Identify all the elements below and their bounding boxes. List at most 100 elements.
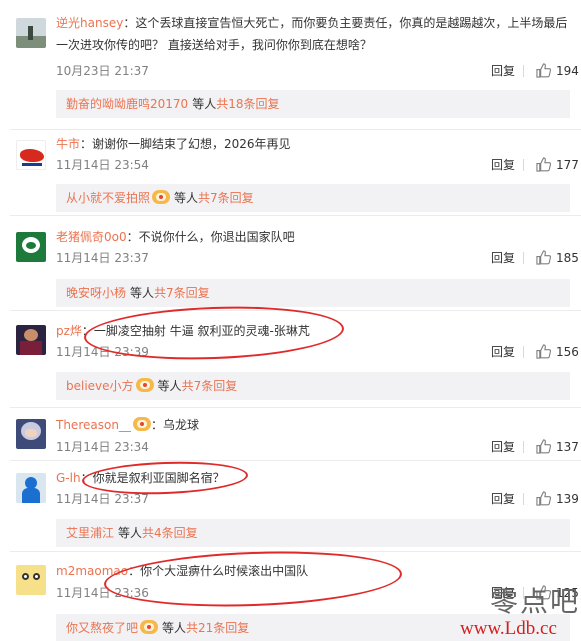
comment-text: ：乌龙球: [150, 418, 199, 432]
comment-time: 11月14日 23:37: [56, 251, 149, 265]
comment-meta: 11月14日 23:39 回复 156: [56, 342, 579, 362]
like-count: 137: [556, 440, 579, 454]
vip-badge-icon: [152, 190, 171, 204]
watermark-text: 零点吧: [490, 585, 581, 618]
cartoon-face-avatar-icon[interactable]: [16, 565, 46, 595]
divider: [523, 441, 524, 453]
sub-reply-bar[interactable]: 晚安呀小杨 等人共7条回复: [56, 279, 570, 307]
sub-reply-info: 等人: [192, 97, 217, 111]
sub-reply-user[interactable]: believe小方: [66, 379, 134, 393]
sub-reply-count[interactable]: 共7条回复: [182, 379, 238, 393]
comment-time: 11月14日 23:36: [56, 586, 149, 600]
like-count: 156: [556, 345, 579, 359]
sub-reply-count[interactable]: 共7条回复: [198, 191, 254, 205]
reply-button[interactable]: 回复: [491, 248, 515, 268]
divider: [523, 346, 524, 358]
comment-item: 牛市：谢谢你一脚结束了幻想，2026年再见 11月14日 23:54 回复 17…: [0, 130, 581, 215]
comment-item: pz烨：一脚凌空抽射 牛逼 叙利亚的灵魂-张琳芃 11月14日 23:39 回复…: [0, 311, 581, 407]
comment-username[interactable]: 牛市: [56, 137, 80, 151]
reply-button[interactable]: 回复: [491, 489, 515, 509]
thumbs-up-icon: [536, 250, 551, 265]
comment-meta: 11月14日 23:37 回复 185: [56, 248, 579, 268]
comment-username[interactable]: G-lh: [56, 471, 81, 485]
divider: [523, 493, 524, 505]
vip-badge-icon: [135, 378, 154, 392]
comment-body: 老猪佩奇0o0：不说你什么，你退出国家队吧: [56, 226, 571, 248]
comment-meta: 11月14日 23:37 回复 139: [56, 489, 579, 509]
comment-text: ：一脚凌空抽射 牛逼 叙利亚的灵魂-张琳芃: [81, 324, 310, 338]
comment-meta: 10月23日 21:37 回复 194: [56, 61, 579, 81]
comment-time: 10月23日 21:37: [56, 64, 149, 78]
sub-reply-info: 等人: [157, 379, 182, 393]
green-logo-avatar-icon[interactable]: [16, 232, 46, 262]
comment-item: G-lh：你就是叙利亚国脚名宿？ 11月14日 23:37 回复 139 艾里浦…: [0, 461, 581, 551]
comment-username[interactable]: 老猪佩奇0o0: [56, 230, 127, 244]
like-count: 177: [556, 158, 579, 172]
sub-reply-count[interactable]: 共7条回复: [154, 286, 210, 300]
comment-text: ：不说你什么，你退出国家队吧: [126, 230, 295, 244]
anime-avatar-icon[interactable]: [16, 419, 46, 449]
watermark-url: www.Ldb.cc: [460, 618, 557, 639]
like-count: 185: [556, 251, 579, 265]
sub-reply-user[interactable]: 你又熬夜了吧: [66, 621, 138, 635]
sub-reply-info: 等人: [162, 621, 187, 635]
comment-body: 逆光hansey：这个丢球直接宣告恒大死亡，而你要负主要责任，你真的是越踢越次，…: [56, 12, 571, 56]
divider: [523, 159, 524, 171]
comment-time: 11月14日 23:54: [56, 158, 149, 172]
comment-item: Thereason__ ：乌龙球 11月14日 23:34 回复 137: [0, 408, 581, 460]
sub-reply-user[interactable]: 勤奋的呦呦鹿鸣20170: [66, 97, 188, 111]
comment-body: G-lh：你就是叙利亚国脚名宿？: [56, 467, 571, 489]
comment-body: 牛市：谢谢你一脚结束了幻想，2026年再见: [56, 133, 571, 155]
comment-time: 11月14日 23:39: [56, 345, 149, 359]
sub-reply-count[interactable]: 共4条回复: [142, 526, 198, 540]
comment-body: pz烨：一脚凌空抽射 牛逼 叙利亚的灵魂-张琳芃: [56, 320, 571, 342]
sub-reply-bar[interactable]: 勤奋的呦呦鹿鸣20170 等人共18条回复: [56, 90, 570, 118]
comment-meta: 11月14日 23:54 回复 177: [56, 155, 579, 175]
thumbs-up-icon: [536, 439, 551, 454]
sub-reply-user[interactable]: 艾里浦江: [66, 526, 114, 540]
comment-item: 逆光hansey：这个丢球直接宣告恒大死亡，而你要负主要责任，你真的是越踢越次，…: [0, 0, 581, 130]
comment-meta: 11月14日 23:34 回复 137: [56, 437, 579, 457]
sub-reply-user[interactable]: 从小就不爱拍照: [66, 191, 150, 205]
divider: [523, 65, 524, 77]
footballer-avatar-icon[interactable]: [16, 325, 46, 355]
comment-username[interactable]: Thereason__: [56, 418, 131, 432]
reply-button[interactable]: 回复: [491, 342, 515, 362]
comment-text: ：谢谢你一脚结束了幻想，2026年再见: [80, 137, 291, 151]
comment-username[interactable]: 逆光hansey: [56, 16, 123, 30]
sub-reply-info: 等人: [118, 526, 143, 540]
comment-time: 11月14日 23:37: [56, 492, 149, 506]
sub-reply-count[interactable]: 共18条回复: [216, 97, 279, 111]
divider: [523, 252, 524, 264]
comment-body: Thereason__ ：乌龙球: [56, 414, 571, 436]
thumbs-up-icon: [536, 344, 551, 359]
thumbs-up-icon: [536, 63, 551, 78]
sub-reply-count[interactable]: 共21条回复: [186, 621, 249, 635]
comment-text: ：这个丢球直接宣告恒大死亡，而你要负主要责任，你真的是越踢越次，上半场最后一次进…: [56, 16, 568, 52]
reply-button[interactable]: 回复: [491, 437, 515, 457]
like-count: 139: [556, 492, 579, 506]
sub-reply-info: 等人: [174, 191, 199, 205]
comment-text: ：你个大湿痹什么时候滚出中国队: [128, 564, 309, 578]
comment-item: 老猪佩奇0o0：不说你什么，你退出国家队吧 11月14日 23:37 回复 18…: [0, 216, 581, 310]
sub-reply-bar[interactable]: 从小就不爱拍照 等人共7条回复: [56, 184, 570, 212]
comment-body: m2maomao：你个大湿痹什么时候滚出中国队: [56, 560, 571, 582]
comment-username[interactable]: pz烨: [56, 324, 82, 338]
blue-figure-avatar-icon[interactable]: [16, 473, 46, 503]
reply-button[interactable]: 回复: [491, 155, 515, 175]
thumbs-up-icon: [536, 157, 551, 172]
thumbs-up-icon: [536, 491, 551, 506]
sub-reply-bar[interactable]: believe小方 等人共7条回复: [56, 372, 570, 400]
vip-badge-icon: [132, 417, 151, 431]
like-count: 194: [556, 64, 579, 78]
sub-reply-bar[interactable]: 艾里浦江 等人共4条回复: [56, 519, 570, 547]
red-bull-avatar-icon[interactable]: [16, 140, 46, 170]
reply-button[interactable]: 回复: [491, 61, 515, 81]
comment-text: ：你就是叙利亚国脚名宿？: [80, 471, 225, 485]
comment-time: 11月14日 23:34: [56, 440, 149, 454]
landscape-avatar-icon[interactable]: [16, 18, 46, 48]
sub-reply-info: 等人: [130, 286, 155, 300]
comment-username[interactable]: m2maomao: [56, 564, 128, 578]
vip-badge-icon: [140, 620, 159, 634]
sub-reply-user[interactable]: 晚安呀小杨: [66, 286, 126, 300]
